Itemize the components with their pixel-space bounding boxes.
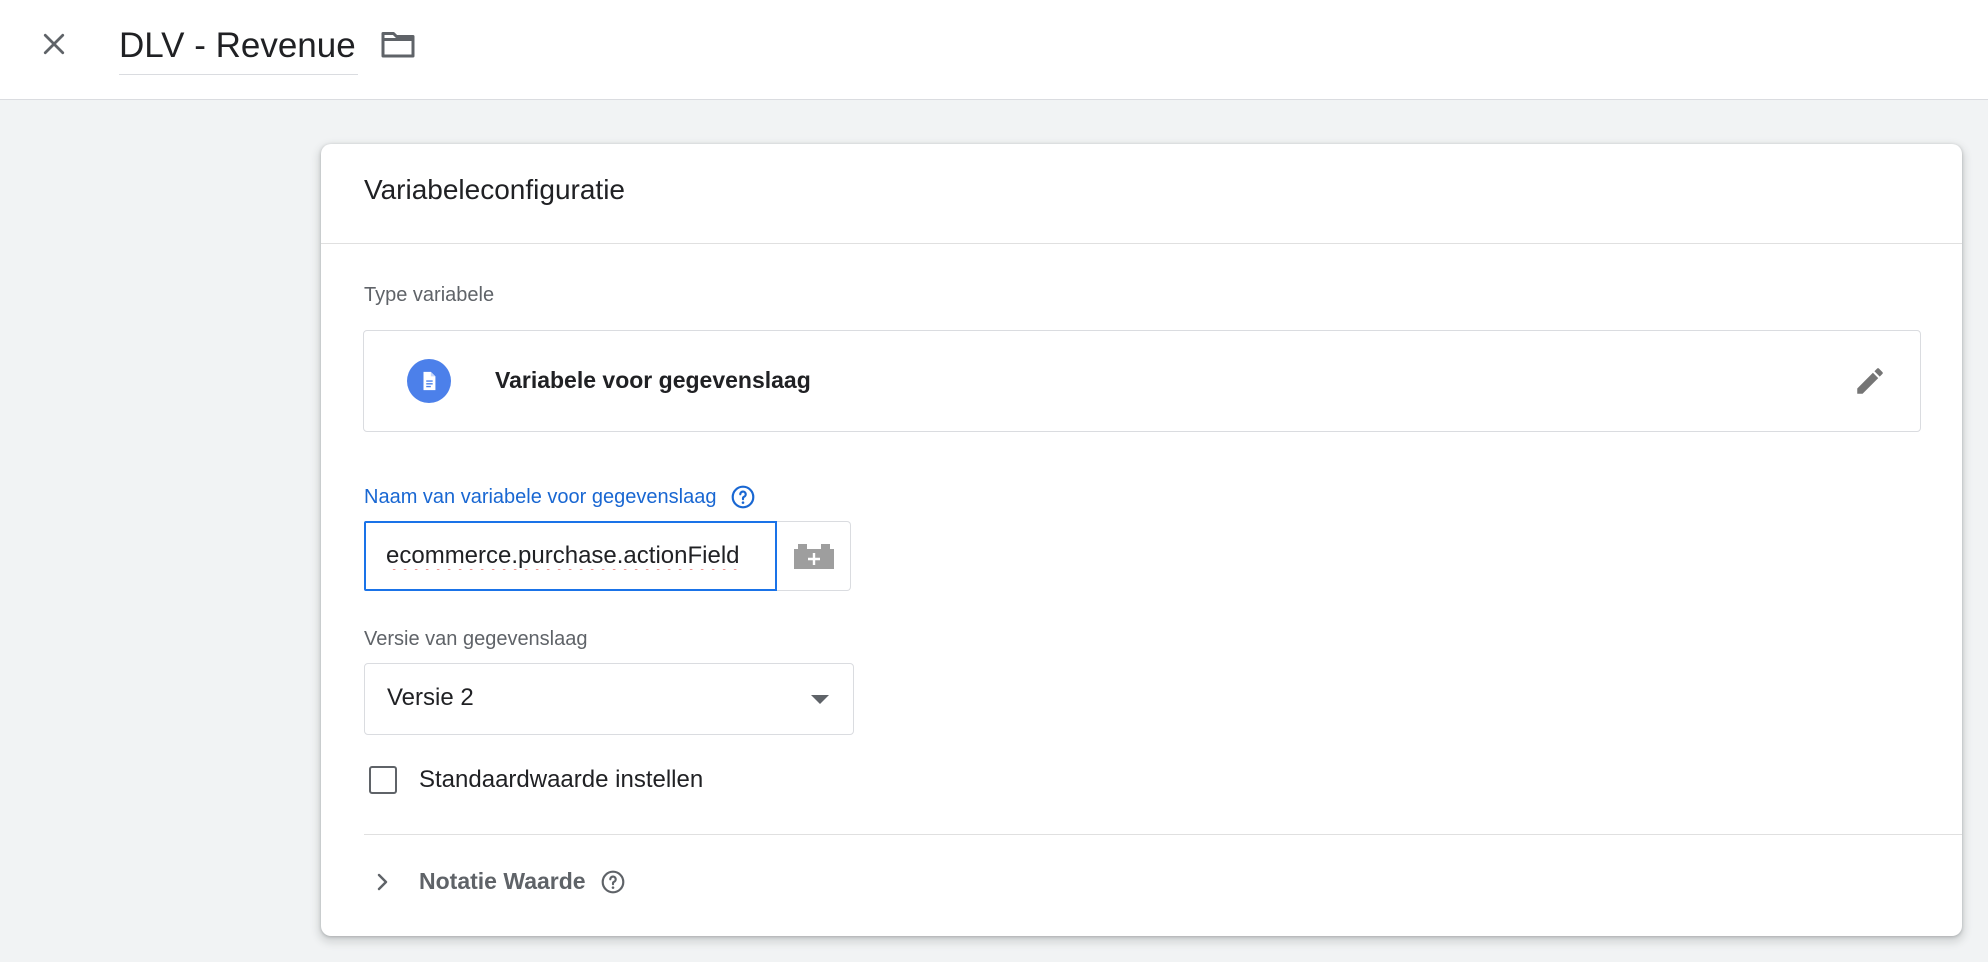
title-field[interactable]: DLV - Revenue (119, 18, 358, 75)
folder-icon (381, 32, 415, 58)
variable-name-label-row: Naam van variabele voor gegevenslaag (364, 484, 756, 510)
card-title: Variabeleconfiguratie (364, 174, 625, 205)
default-value-option[interactable]: Standaardwaarde instellen (369, 766, 703, 794)
section-divider (364, 834, 1962, 835)
default-value-checkbox[interactable] (369, 766, 397, 794)
document-icon (407, 359, 451, 403)
format-value-section-toggle[interactable]: Notatie Waarde (373, 868, 626, 895)
format-value-label: Notatie Waarde (419, 868, 586, 894)
close-icon (43, 33, 65, 55)
variable-type-selector[interactable]: Variabele voor gegevenslaag (363, 330, 1921, 432)
close-button[interactable] (30, 20, 78, 68)
edit-type-button[interactable] (1850, 361, 1890, 401)
lego-brick-plus-icon (793, 544, 834, 569)
variable-type-label: Type variabele (364, 284, 495, 306)
chevron-right-icon (377, 873, 388, 890)
selected-version: Versie 2 (387, 684, 474, 711)
top-bar: DLV - Revenue (0, 0, 1988, 100)
page-title: DLV - Revenue (119, 26, 356, 65)
insert-variable-button[interactable] (777, 521, 851, 591)
default-value-label: Standaardwaarde instellen (419, 766, 704, 793)
variable-configuration-card: Variabeleconfiguratie Type variabele Var… (321, 144, 1962, 936)
help-icon[interactable] (600, 869, 626, 895)
variable-name-label: Naam van variabele voor gegevenslaag (364, 485, 717, 508)
folder-button[interactable] (374, 20, 422, 68)
triangle-down-icon (811, 695, 829, 704)
pencil-icon (1857, 368, 1883, 394)
variable-name-input[interactable] (364, 521, 777, 591)
data-layer-version-select[interactable]: Versie 2 (364, 663, 854, 735)
card-header: Variabeleconfiguratie (321, 144, 1962, 244)
variable-type-name: Variabele voor gegevenslaag (495, 367, 811, 393)
help-icon[interactable] (730, 484, 756, 510)
data-layer-version-label: Versie van gegevenslaag (364, 628, 588, 650)
